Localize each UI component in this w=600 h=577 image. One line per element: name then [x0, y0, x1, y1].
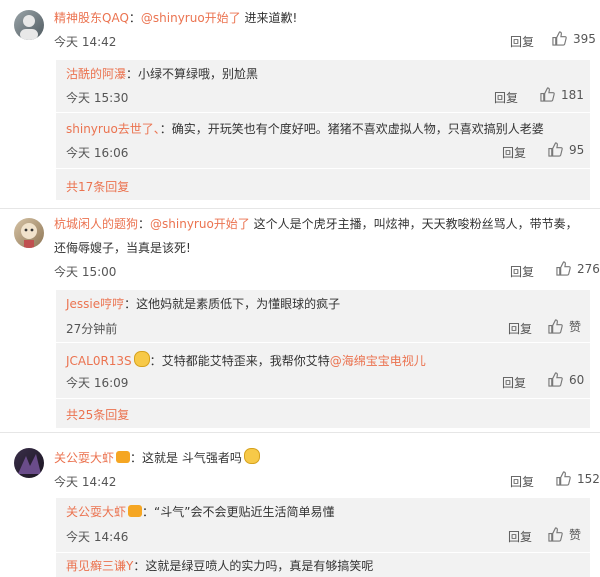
timestamp: 今天 14:42 — [54, 475, 117, 489]
reply-button[interactable]: 回复 — [502, 144, 526, 161]
timestamp: 今天 16:06 — [66, 146, 129, 160]
timestamp: 今天 14:46 — [66, 530, 129, 544]
reply-button[interactable]: 回复 — [508, 528, 532, 545]
mention-link[interactable]: @海绵宝宝电视儿 — [330, 354, 426, 368]
emoji-icon — [133, 351, 150, 367]
like-button[interactable]: 395 — [552, 31, 596, 46]
sub-reply-text: Jessie哼哼：这他妈就是素质低下，为懂眼球的疯子 — [66, 297, 341, 311]
thumbs-up-icon — [548, 142, 563, 157]
reply-button[interactable]: 回复 — [510, 33, 534, 50]
sub-reply-text: shinyruo去世了、：确实，开玩笑也有个度好吧。猪猪不喜欢虚拟人物，只喜欢搞… — [66, 122, 544, 136]
timestamp: 今天 14:42 — [54, 35, 117, 49]
timestamp: 27分钟前 — [66, 322, 118, 336]
comment-thread-3: 关公耍大虾 ：这就是 斗气强者吗 今天 14:42 回复 152 关公耍大虾 ：“斗… — [0, 434, 600, 577]
reply-button[interactable]: 回复 — [502, 374, 526, 391]
sub-replies-box: Jessie哼哼：这他妈就是素质低下，为懂眼球的疯子 27分钟前 回复 赞 JC… — [56, 290, 590, 428]
divider — [56, 112, 590, 113]
like-button[interactable]: 赞 — [548, 318, 581, 335]
comment-thread-2: 杭城闲人的题狗：@shinyruo开始了 这个人是个虎牙主播，叫炫神，天天教唆粉… — [0, 210, 600, 430]
sub-reply-text: 沽酰的阿瀑：小绿不算绿哦，别尬黑 — [66, 67, 259, 81]
user-name[interactable]: 精神股东QAQ — [54, 11, 129, 25]
more-replies-link[interactable]: 共17条回复 — [66, 178, 129, 195]
thumbs-up-icon — [556, 471, 571, 486]
thumbs-up-icon — [548, 372, 563, 387]
like-button[interactable]: 181 — [540, 87, 584, 102]
sub-reply-text: JCAL0R13S ：艾特都能艾特歪来，我帮你艾特@海绵宝宝电视儿 — [66, 351, 426, 369]
sub-replies-box: 沽酰的阿瀑：小绿不算绿哦，别尬黑 今天 15:30 回复 181 shinyru… — [56, 60, 590, 200]
comment-thread-1: 精神股东QAQ：@shinyruo开始了 进来道歉! 今天 14:42 回复 3… — [0, 0, 600, 210]
user-name[interactable]: 关公耍大虾 — [66, 505, 126, 519]
avatar[interactable] — [14, 218, 44, 248]
sub-reply-text: 再见癣三谦Y：这就是绿豆喷人的实力吗，真是有够搞笑呢 — [66, 559, 374, 573]
divider — [56, 552, 590, 553]
avatar[interactable] — [14, 448, 44, 478]
comment-text: 精神股东QAQ：@shinyruo开始了 进来道歉! — [54, 11, 298, 25]
vip-badge-icon — [116, 451, 131, 463]
mention-link[interactable]: @shinyruo开始了 — [150, 217, 250, 231]
more-replies-link[interactable]: 共25条回复 — [66, 406, 129, 423]
user-name[interactable]: 杭城闲人的题狗 — [54, 217, 138, 231]
thumbs-up-icon — [548, 527, 563, 542]
divider — [56, 398, 590, 399]
user-name[interactable]: 再见癣三谦Y — [66, 559, 133, 573]
sub-reply-text: 关公耍大虾 ：“斗气”会不会更贴近生活简单易懂 — [66, 505, 335, 519]
reply-button[interactable]: 回复 — [510, 263, 534, 280]
user-name[interactable]: 关公耍大虾 — [54, 451, 114, 465]
timestamp: 今天 16:09 — [66, 376, 129, 390]
comment-text-line-2: 还侮辱嫂子，当真是该死! — [54, 241, 191, 255]
user-name[interactable]: 沽酰的阿瀑 — [66, 67, 126, 81]
divider — [56, 342, 590, 343]
thumbs-up-icon — [548, 319, 563, 334]
like-button[interactable]: 赞 — [548, 526, 581, 543]
thumbs-up-icon — [552, 31, 567, 46]
user-name[interactable]: JCAL0R13S — [66, 354, 132, 368]
user-name[interactable]: shinyruo去世了、 — [66, 122, 160, 136]
mention-link[interactable]: @shinyruo开始了 — [141, 11, 241, 25]
reply-button[interactable]: 回复 — [508, 320, 532, 337]
divider — [0, 432, 600, 433]
like-button[interactable]: 276 — [556, 261, 600, 276]
thumbs-up-icon — [540, 87, 555, 102]
like-button[interactable]: 60 — [548, 372, 584, 387]
vip-badge-icon — [128, 505, 143, 517]
divider — [56, 168, 590, 169]
emoji-icon — [243, 448, 260, 464]
sub-replies-box: 关公耍大虾 ：“斗气”会不会更贴近生活简单易懂 今天 14:46 回复 赞 再见癣… — [56, 498, 590, 577]
thumbs-up-icon — [556, 261, 571, 276]
reply-button[interactable]: 回复 — [494, 89, 518, 106]
avatar[interactable] — [14, 10, 44, 40]
comment-text: 杭城闲人的题狗：@shinyruo开始了 这个人是个虎牙主播，叫炫神，天天教唆粉… — [54, 217, 578, 231]
timestamp: 今天 15:00 — [54, 265, 117, 279]
reply-button[interactable]: 回复 — [510, 473, 534, 490]
user-name[interactable]: Jessie哼哼 — [66, 297, 124, 311]
timestamp: 今天 15:30 — [66, 91, 129, 105]
like-button[interactable]: 95 — [548, 142, 584, 157]
comment-text: 关公耍大虾 ：这就是 斗气强者吗 — [54, 448, 260, 466]
divider — [0, 208, 600, 209]
like-button[interactable]: 152 — [556, 471, 600, 486]
